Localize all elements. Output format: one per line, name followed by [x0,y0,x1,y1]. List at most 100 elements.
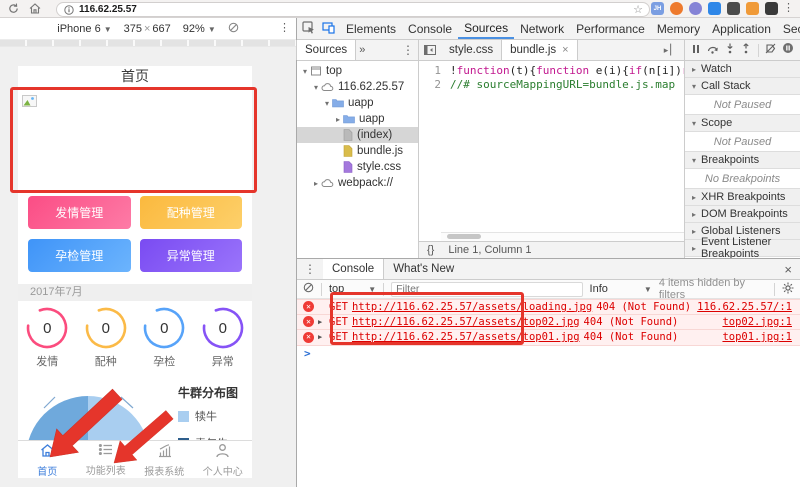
device-select[interactable]: iPhone 6 ▼ [57,23,111,35]
section-scope[interactable]: ▾ Scope [685,115,800,132]
section-event-listener-breakpoints[interactable]: ▸ Event Listener Breakpoints [685,236,800,260]
section-watch[interactable]: ▸ Watch [685,61,800,78]
flame-extension-icon[interactable] [670,2,683,15]
qr-extension-icon[interactable] [765,2,778,15]
console-tab-console[interactable]: Console [323,259,385,279]
jh-extension-icon[interactable]: JH [651,2,664,15]
apps-extension-icon[interactable] [746,2,759,15]
tree-item-webpack-[interactable]: ▸ webpack:// [297,175,418,191]
inspect-element-icon[interactable] [302,20,315,37]
tree-item-style.css[interactable]: style.css [297,159,418,175]
step-over-icon[interactable] [707,41,719,59]
editor-tab-style-css[interactable]: style.css [441,40,501,60]
globe-extension-icon[interactable] [689,2,702,15]
tree-expander-icon[interactable]: ▾ [300,67,310,76]
pause-on-exceptions-icon[interactable] [782,41,794,59]
device-toolbar-toggle-icon[interactable] [322,21,335,37]
shield-extension-icon[interactable] [708,2,721,15]
console-settings-icon[interactable] [782,282,794,297]
reload-button[interactable] [8,3,19,14]
navigator-tab-sources[interactable]: Sources [296,40,357,60]
tree-item-bundle.js[interactable]: bundle.js [297,143,418,159]
tree-expander-icon[interactable]: ▸ [311,179,321,188]
editor-hscrollbar[interactable] [441,232,684,241]
source-location-link[interactable]: top02.jpg:1 [722,316,792,328]
request-url-link[interactable]: http://116.62.25.57/assets/top01.jpg [352,331,580,343]
devtools-tab-performance[interactable]: Performance [570,18,651,39]
section-call-stack[interactable]: ▾ Call Stack [685,78,800,95]
request-url-link[interactable]: http://116.62.25.57/assets/loading.jpg [352,301,592,313]
tree-item--index-[interactable]: (index) [297,127,418,143]
nav-item-首页[interactable]: 首页 [18,441,77,478]
phone-button-配种管理[interactable]: 配种管理 [139,196,242,229]
navigator-more-tabs-chevron[interactable]: » [356,40,368,60]
devtools-tab-sources[interactable]: Sources [458,18,515,39]
console-context-select[interactable]: top ▼ [329,283,376,295]
navigator-toggle-icon[interactable] [419,40,441,60]
source-location-link[interactable]: top01.jpg:1 [722,331,792,343]
section-dom-breakpoints[interactable]: ▸ DOM Breakpoints [685,206,800,223]
devtools-tab-elements[interactable]: Elements [340,18,402,39]
console-prompt[interactable]: > [297,346,800,362]
console-error-row[interactable]: ✕ ▶ GET http://116.62.25.57/assets/top01.jp… [297,330,800,346]
tree-expander-icon[interactable]: ▾ [322,99,332,108]
deactivate-breakpoints-icon[interactable] [765,41,776,59]
devtools-tab-security[interactable]: Security [777,18,800,39]
browser-menu-icon[interactable]: ⋮ [783,1,794,14]
zoom-select[interactable]: 92% ▼ [183,23,216,35]
tree-item-uapp[interactable]: ▾ uapp [297,95,418,111]
phone-button-异常管理[interactable]: 异常管理 [139,239,242,272]
step-into-icon[interactable] [725,41,735,59]
clear-console-icon[interactable] [303,282,314,296]
request-method: GET [329,315,348,328]
viewport-size[interactable]: 375 × 667 [124,23,171,35]
address-bar[interactable]: 116.62.25.57 ☆ [56,2,650,17]
tree-item-uapp[interactable]: ▸ uapp [297,111,418,127]
phone-button-孕检管理[interactable]: 孕检管理 [28,239,131,272]
section-breakpoints[interactable]: ▾ Breakpoints [685,152,800,169]
devtools-tab-network[interactable]: Network [514,18,570,39]
console-close-icon[interactable]: × [784,259,800,279]
throttle-icon[interactable] [228,22,239,36]
phone-button-发情管理[interactable]: 发情管理 [28,196,131,229]
pause-script-icon[interactable] [691,41,701,59]
devtools-tab-memory[interactable]: Memory [651,18,706,39]
console-error-row[interactable]: ✕ GET http://116.62.25.57/assets/loading.j… [297,299,800,315]
nav-item-报表系统[interactable]: 报表系统 [135,441,194,478]
console-filter-input[interactable] [391,281,583,297]
nav-item-个人中心[interactable]: 个人中心 [194,441,253,478]
expand-triangle-icon[interactable]: ▶ [318,318,325,326]
source-location-link[interactable]: 116.62.25.57/:1 [697,301,792,313]
tree-expander-icon[interactable]: ▸ [333,115,343,124]
console-level-select[interactable]: Info ▼ [590,283,652,295]
expand-triangle-icon[interactable]: ▶ [318,333,325,341]
devtools-tab-application[interactable]: Application [706,18,777,39]
pretty-print-icon[interactable]: {} [427,244,434,256]
step-out-icon[interactable] [741,41,751,59]
stat-ring: 0 [84,306,128,350]
code-area[interactable]: 12 !function(t){function e(i){if(n[i])re… [419,61,684,241]
tree-expander-icon[interactable]: ▾ [311,83,321,92]
tree-item-top[interactable]: ▾ top [297,63,418,79]
tree-item-116.62.25.57[interactable]: ▾ 116.62.25.57 [297,79,418,95]
nav-item-功能列表[interactable]: 功能列表 [77,441,136,478]
console-drawer-menu-icon[interactable]: ⋮ [297,259,323,279]
stat-value: 0 [101,319,110,337]
editor-tab-bundle-js[interactable]: bundle.js × [501,40,578,60]
devtools-tab-console[interactable]: Console [402,18,458,39]
section-xhr-breakpoints[interactable]: ▸ XHR Breakpoints [685,189,800,206]
home-button[interactable] [29,3,41,14]
film-extension-icon[interactable] [727,2,740,15]
console-tab-what-s-new[interactable]: What's New [384,259,463,279]
device-toolbar-menu-icon[interactable]: ⋮ [279,21,290,34]
console-error-row[interactable]: ✕ ▶ GET http://116.62.25.57/assets/top02.jp… [297,314,800,330]
open-sidebar-icon[interactable]: ▸ [664,45,669,56]
navigator-menu-icon[interactable]: ⋮ [402,40,418,60]
cloud-icon [321,178,334,188]
close-tab-icon[interactable]: × [562,44,568,56]
bookmark-star-icon[interactable]: ☆ [633,3,643,16]
site-info-icon[interactable] [64,4,74,15]
code-line: //# sourceMappingURL=bundle.js.map [450,78,684,92]
error-icon: ✕ [303,301,314,313]
request-url-link[interactable]: http://116.62.25.57/assets/top02.jpg [352,316,580,328]
